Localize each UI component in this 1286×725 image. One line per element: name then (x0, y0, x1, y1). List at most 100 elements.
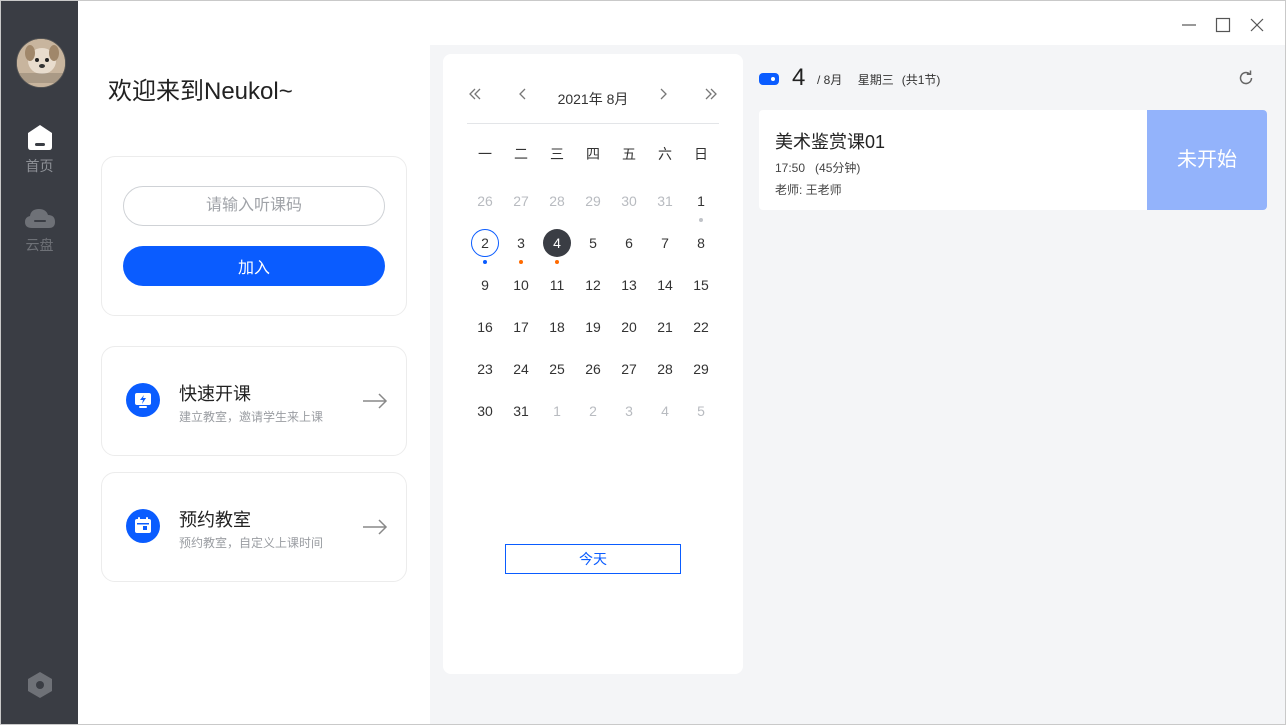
next-year-button[interactable] (703, 86, 719, 107)
class-code-input[interactable] (123, 186, 385, 226)
calendar-day[interactable]: 29 (683, 355, 719, 383)
lesson-card[interactable]: 美术鉴赏课01 17:50 (45分钟) 老师: 王老师 未开始 (759, 110, 1267, 210)
calendar-day[interactable]: 4 (647, 397, 683, 425)
sidebar: 首页 云盘 (1, 1, 78, 724)
lesson-time: 17:50 (45分钟) (775, 159, 860, 176)
calendar-day[interactable]: 27 (611, 355, 647, 383)
calendar-day[interactable]: 11 (539, 271, 575, 299)
tag-icon (759, 73, 779, 85)
calendar-day-number: 31 (513, 403, 529, 419)
refresh-icon (1239, 70, 1253, 85)
refresh-button[interactable] (1237, 69, 1255, 92)
calendar-day-number: 19 (585, 319, 601, 335)
sidebar-item-label: 云盘 (25, 237, 54, 253)
settings-icon[interactable] (27, 671, 53, 704)
calendar-day[interactable]: 2 (467, 229, 503, 264)
calendar-day[interactable]: 10 (503, 271, 539, 299)
calendar-day[interactable]: 5 (575, 229, 611, 257)
calendar-day[interactable]: 9 (467, 271, 503, 299)
home-icon (27, 125, 52, 150)
calendar-day[interactable]: 28 (647, 355, 683, 383)
calendar-day[interactable]: 27 (503, 187, 539, 215)
next-month-button[interactable] (655, 86, 671, 107)
calendar-day[interactable]: 31 (647, 187, 683, 215)
maximize-button[interactable] (1213, 15, 1233, 35)
sidebar-item-home[interactable]: 首页 (1, 123, 78, 176)
today-button[interactable]: 今天 (505, 544, 681, 574)
schedule-count: (共1节) (901, 73, 941, 87)
calendar-day[interactable]: 6 (611, 229, 647, 257)
calendar-day-number: 28 (549, 193, 565, 209)
sidebar-item-cloud[interactable]: 云盘 (1, 206, 78, 255)
calendar-day-number: 8 (697, 235, 705, 251)
calendar-day[interactable]: 24 (503, 355, 539, 383)
calendar-day[interactable]: 30 (467, 397, 503, 425)
calendar-day-number: 16 (477, 319, 493, 335)
app-window: 首页 云盘 欢迎来到Neukol~ 加入 (0, 0, 1286, 725)
calendar-day[interactable]: 31 (503, 397, 539, 425)
calendar-day[interactable]: 3 (611, 397, 647, 425)
join-button[interactable]: 加入 (123, 246, 385, 286)
calendar-day[interactable]: 4 (539, 229, 575, 264)
calendar-day[interactable]: 18 (539, 313, 575, 341)
quick-start-title: 快速开课 (179, 384, 251, 404)
weekday-label: 日 (694, 146, 708, 162)
calendar-day-number: 18 (549, 319, 565, 335)
calendar-day-number: 23 (477, 361, 493, 377)
calendar-day[interactable]: 21 (647, 313, 683, 341)
avatar[interactable] (16, 38, 66, 88)
calendar-day-number: 20 (621, 319, 637, 335)
lesson-teacher: 老师: 王老师 (775, 183, 842, 197)
calendar-day[interactable]: 29 (575, 187, 611, 215)
calendar-day[interactable]: 5 (683, 397, 719, 425)
calendar-day-number: 4 (661, 403, 669, 419)
calendar-day[interactable]: 22 (683, 313, 719, 341)
chevron-right-icon (660, 88, 667, 100)
calendar-day[interactable]: 15 (683, 271, 719, 299)
calendar-day-number: 5 (697, 403, 705, 419)
weekday-label: 二 (514, 146, 528, 162)
calendar-day-number: 2 (589, 403, 597, 419)
divider (467, 123, 719, 124)
minimize-button[interactable] (1179, 15, 1199, 35)
calendar-day[interactable]: 20 (611, 313, 647, 341)
quick-start-card[interactable]: 快速开课 建立教室，邀请学生来上课 (101, 346, 407, 456)
calendar-day[interactable]: 26 (467, 187, 503, 215)
calendar-day[interactable]: 19 (575, 313, 611, 341)
calendar-day-number: 2 (481, 235, 489, 251)
calendar-day[interactable]: 14 (647, 271, 683, 299)
book-classroom-title: 预约教室 (179, 510, 251, 530)
schedule-day: 4 (792, 64, 806, 91)
calendar-day[interactable]: 3 (503, 229, 539, 264)
calendar-day-number: 27 (513, 193, 529, 209)
schedule-date-info: / 8月 星期三 (共1节) (817, 71, 948, 88)
close-button[interactable] (1247, 15, 1267, 35)
calendar-day[interactable]: 12 (575, 271, 611, 299)
calendar-day[interactable]: 16 (467, 313, 503, 341)
calendar-day[interactable]: 1 (683, 187, 719, 222)
calendar-day[interactable]: 23 (467, 355, 503, 383)
lesson-start-time: 17:50 (775, 161, 806, 175)
calendar-day-number: 28 (657, 361, 673, 377)
calendar-day[interactable]: 2 (575, 397, 611, 425)
calendar-day[interactable]: 8 (683, 229, 719, 257)
weekday-label: 六 (658, 146, 672, 162)
calendar-day[interactable]: 17 (503, 313, 539, 341)
calendar-day-number: 1 (697, 193, 705, 209)
lesson-status-button[interactable]: 未开始 (1147, 110, 1267, 210)
calendar-day[interactable]: 30 (611, 187, 647, 215)
calendar-day[interactable]: 13 (611, 271, 647, 299)
arrow-right-icon (363, 519, 388, 535)
calendar-day[interactable]: 1 (539, 397, 575, 425)
calendar-day-number: 13 (621, 277, 637, 293)
calendar-day[interactable]: 26 (575, 355, 611, 383)
cloud-icon (24, 209, 55, 228)
calendar-day-number: 21 (657, 319, 673, 335)
calendar-day-number: 5 (589, 235, 597, 251)
book-classroom-card[interactable]: 预约教室 预约教室，自定义上课时间 (101, 472, 407, 582)
calendar-day[interactable]: 28 (539, 187, 575, 215)
weekday-label: 四 (586, 146, 600, 162)
event-dot (483, 260, 487, 264)
calendar-day[interactable]: 7 (647, 229, 683, 257)
calendar-day[interactable]: 25 (539, 355, 575, 383)
